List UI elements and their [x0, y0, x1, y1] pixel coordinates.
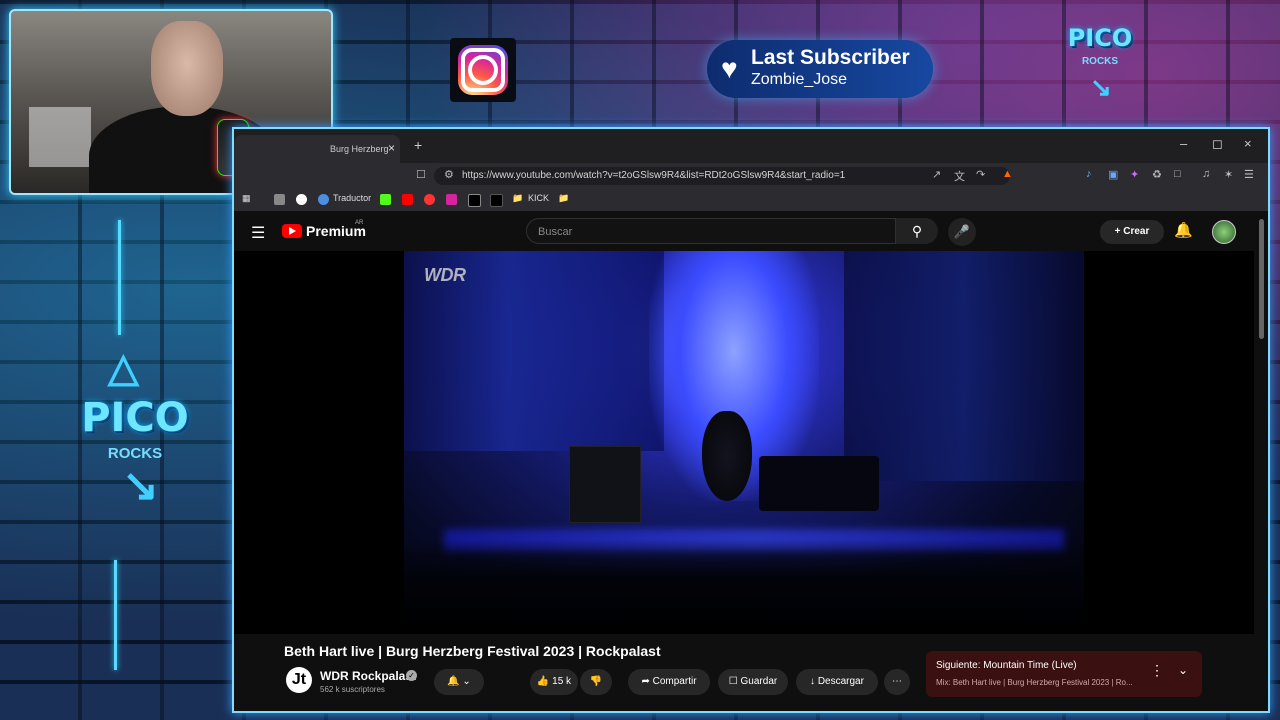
youtube-logo-icon[interactable] [282, 224, 302, 238]
instagram-icon [458, 45, 508, 95]
music-icon[interactable]: ♫ [1202, 168, 1210, 180]
verified-icon: ✓ [406, 670, 417, 681]
brave-shield-icon[interactable]: ▲ [1002, 168, 1013, 180]
video-player[interactable]: WDR [234, 251, 1254, 634]
open-external-icon[interactable]: ↗ [932, 168, 941, 181]
create-button[interactable]: + Crear [1100, 220, 1164, 244]
dislike-button[interactable]: 👎 [580, 669, 612, 695]
wallet-icon[interactable]: □ [1174, 168, 1181, 180]
save-button[interactable]: ☐ Guardar [718, 669, 788, 695]
youtube-music-icon[interactable] [424, 194, 435, 205]
download-label: Descargar [817, 676, 864, 687]
heart-icon: ♥ [721, 53, 738, 84]
pico-rocks-logo-side: △ PICO ROCKS ↘ [70, 346, 200, 535]
pico-rocks-logo-top: PICO ROCKS ↘ [1060, 0, 1140, 120]
last-subscriber-name: Zombie_Jose [751, 71, 848, 88]
tiktok-icon[interactable] [490, 194, 503, 207]
hamburger-icon[interactable]: ☰ [251, 223, 265, 243]
webcam-person-head [151, 21, 223, 116]
translate-bookmark-icon[interactable] [318, 194, 329, 205]
google-icon[interactable] [296, 194, 307, 205]
stage-bass [702, 411, 752, 501]
last-subscriber-widget: ♥ Last Subscriber Zombie_Jose [707, 40, 933, 98]
puzzle-icon[interactable]: ♻ [1152, 168, 1162, 181]
search-input[interactable]: Buscar [526, 218, 896, 244]
ai-icon[interactable]: ✶ [1224, 168, 1233, 181]
neon-line [118, 220, 121, 335]
stage-piano [759, 456, 879, 511]
channel-name[interactable]: WDR Rockpalast [320, 669, 416, 683]
tab-title: Burg Herzberg [330, 144, 389, 154]
close-window-icon[interactable]: × [1244, 136, 1252, 151]
next-video-panel[interactable]: Siguiente: Mountain Time (Live) Mix: Bet… [926, 651, 1202, 697]
x-icon[interactable] [468, 194, 481, 207]
bookmarks-bar: ▦ Traductor 📁 KICK 📁 [234, 189, 1268, 212]
microphone-icon[interactable]: 🎤 [948, 218, 976, 246]
apps-icon[interactable]: ▦ [242, 193, 251, 204]
video-frame: WDR [404, 251, 1084, 634]
wdr-watermark: WDR [424, 265, 466, 285]
create-label: Crear [1123, 226, 1150, 237]
browser-window: Burg Herzberg × + – ◻ × ☐ https://www.yo… [232, 127, 1270, 713]
translate-icon[interactable]: 文 [954, 168, 965, 184]
subscribe-bell-button[interactable]: 🔔 ⌄ [434, 669, 484, 695]
stage-amp [569, 446, 641, 523]
like-button[interactable]: 👍 15 k [530, 669, 578, 695]
last-subscriber-label: Last Subscriber [751, 46, 910, 69]
translate-ext-icon[interactable]: ▣ [1108, 168, 1118, 181]
kick-icon[interactable] [380, 194, 391, 205]
channel-avatar[interactable]: Jt [286, 667, 312, 693]
logo-rocks-text: ROCKS [1081, 56, 1119, 67]
bookmark-traductor[interactable]: Traductor [333, 193, 371, 203]
minimize-icon[interactable]: – [1180, 136, 1187, 151]
arrow-icon: ↘ [122, 461, 159, 510]
more-actions-icon[interactable]: ⋯ [884, 669, 910, 695]
webcam-doily [29, 107, 91, 167]
bookmark-kick[interactable]: KICK [528, 193, 549, 203]
more-options-icon[interactable]: ⋮ [1150, 662, 1164, 679]
search-icon[interactable]: ⚲ [896, 218, 938, 244]
tab-active[interactable]: Burg Herzberg × [234, 135, 400, 163]
bookmark-icon[interactable]: ☐ [416, 168, 426, 181]
close-tab-icon[interactable]: × [388, 141, 395, 155]
triangle-icon: △ [108, 346, 139, 390]
maximize-icon[interactable]: ◻ [1212, 136, 1223, 152]
stage-crowd [404, 539, 1084, 634]
menu-icon[interactable]: ☰ [1244, 168, 1254, 181]
download-button[interactable]: ↓ Descargar [796, 669, 878, 695]
neon-line [114, 560, 117, 670]
logo-pico-text: PICO [81, 395, 189, 441]
next-video-mix: Mix: Beth Hart live | Burg Herzberg Fest… [936, 678, 1133, 687]
next-video-title: Siguiente: Mountain Time (Live) [936, 660, 1077, 671]
youtube-header: ☰ Premium AR Buscar ⚲ 🎤 + Crear 🔔 [234, 211, 1268, 251]
extension-icon[interactable]: ✦ [1130, 168, 1139, 181]
like-count: 15 k [552, 676, 572, 687]
bookmark-folder-icon[interactable] [274, 194, 285, 205]
channel-subscribers: 562 k suscriptores [320, 685, 385, 694]
folder-icon[interactable]: 📁 [558, 193, 569, 204]
arrow-icon: ↘ [1090, 72, 1112, 102]
logo-pico-text: PICO [1067, 24, 1133, 52]
share-label: Compartir [652, 676, 697, 687]
new-tab-icon[interactable]: + [414, 137, 422, 153]
site-settings-icon[interactable]: ⚙ [444, 168, 454, 181]
region-label: AR [355, 220, 364, 226]
share-icon[interactable]: ↷ [976, 168, 985, 181]
address-bar-row: ☐ https://www.youtube.com/watch?v=t2oGSl… [234, 163, 1268, 189]
folder-icon[interactable]: 📁 [512, 193, 523, 204]
youtube-icon[interactable] [402, 194, 413, 205]
scrollbar[interactable] [1259, 219, 1264, 339]
stage-curtain [844, 251, 1084, 481]
audio-icon[interactable]: ♪ [1086, 168, 1092, 180]
video-title: Beth Hart live | Burg Herzberg Festival … [284, 643, 661, 659]
tab-bar: Burg Herzberg × + – ◻ × [234, 129, 1268, 163]
url-bar[interactable]: https://www.youtube.com/watch?v=t2oGSlsw… [434, 167, 1010, 185]
chevron-down-icon[interactable]: ⌄ [1178, 663, 1188, 677]
avatar[interactable] [1212, 220, 1236, 244]
bell-icon[interactable]: 🔔 [1174, 221, 1193, 239]
instagram-bookmark-icon[interactable] [446, 194, 457, 205]
share-button[interactable]: ➦ Compartir [628, 669, 710, 695]
save-label: Guardar [740, 676, 778, 687]
